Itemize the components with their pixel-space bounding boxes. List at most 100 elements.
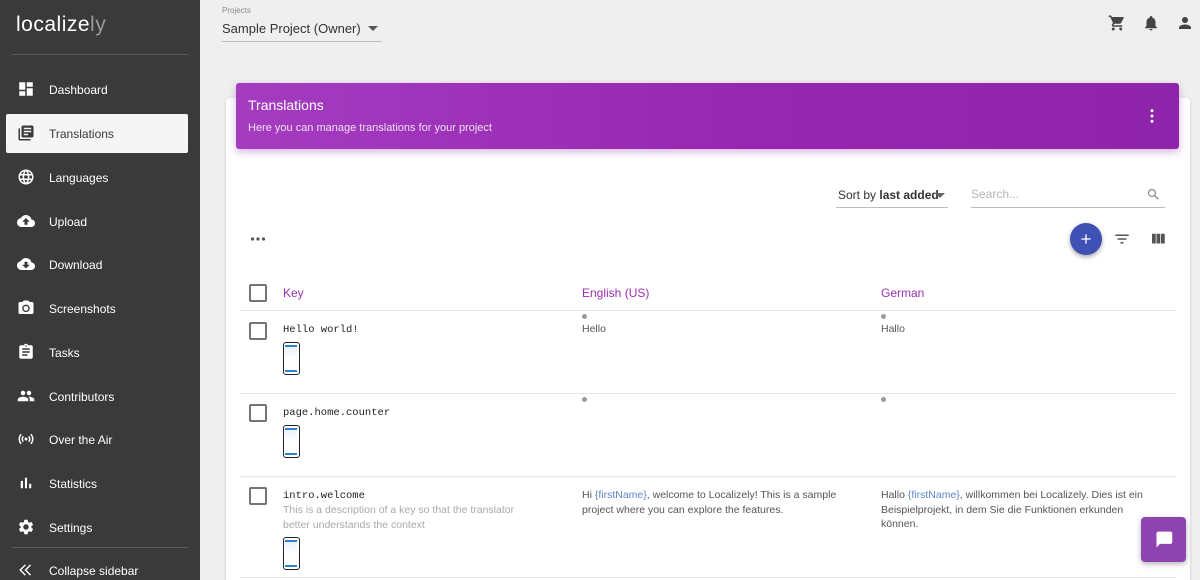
table-divider — [240, 393, 1176, 394]
bell-icon[interactable] — [1142, 14, 1160, 32]
logo-text-accent: ly — [90, 13, 107, 36]
sidebar: localizely Dashboard Translations Langua… — [0, 0, 200, 580]
sidebar-item-contributors[interactable]: Contributors — [6, 377, 188, 416]
status-dot — [881, 314, 886, 319]
sidebar-item-label: Statistics — [49, 476, 98, 491]
app-logo[interactable]: localizely — [16, 13, 106, 37]
dashboard-icon — [19, 82, 33, 96]
more-horiz-icon[interactable] — [250, 233, 266, 245]
status-dot — [582, 397, 587, 402]
project-select-value: Sample Project (Owner) — [222, 21, 361, 36]
screenshot-thumbnail[interactable] — [283, 342, 300, 375]
filter-icon[interactable] — [1113, 230, 1131, 248]
search-icon[interactable] — [1146, 187, 1161, 202]
translation-key[interactable]: page.home.counter — [283, 407, 390, 419]
table-divider — [240, 310, 1176, 311]
status-dot — [582, 314, 587, 319]
screenshot-thumbnail[interactable] — [283, 537, 300, 570]
translation-cell-english[interactable]: Hi {firstName}, welcome to Localizely! T… — [582, 488, 852, 517]
select-all-checkbox[interactable] — [249, 284, 267, 302]
page-subtitle: Here you can manage translations for you… — [248, 122, 492, 134]
view-columns-icon[interactable] — [1149, 230, 1167, 248]
sidebar-item-label: Download — [49, 257, 103, 272]
sort-prefix: Sort by — [838, 188, 880, 202]
translation-cell-german[interactable] — [881, 405, 1151, 465]
bar-chart-icon — [20, 477, 32, 489]
page-header-banner: Translations Here you can manage transla… — [236, 83, 1179, 149]
search-input[interactable] — [971, 187, 1136, 201]
cart-icon[interactable] — [1108, 14, 1126, 32]
collapse-sidebar-label: Collapse sidebar — [49, 563, 139, 578]
key-description: This is a description of a key so that t… — [283, 504, 515, 531]
chat-button[interactable] — [1141, 517, 1186, 562]
placeholder-token: {firstName} — [594, 489, 647, 501]
page-title: Translations — [248, 97, 324, 113]
sidebar-item-tasks[interactable]: Tasks — [6, 333, 188, 372]
column-header-english[interactable]: English (US) — [582, 286, 649, 300]
double-chevron-left-icon — [19, 564, 32, 576]
plus-icon — [1081, 234, 1091, 244]
sidebar-item-download[interactable]: Download — [6, 245, 188, 284]
search-field[interactable] — [971, 181, 1165, 208]
screenshot-thumbnail[interactable] — [283, 425, 300, 458]
translation-cell-german[interactable]: Hallo — [881, 322, 905, 337]
sidebar-item-label: Contributors — [49, 389, 115, 404]
sidebar-divider — [12, 54, 188, 55]
broadcast-icon — [18, 433, 34, 445]
sidebar-item-over-the-air[interactable]: Over the Air — [6, 420, 188, 459]
sidebar-item-label: Screenshots — [49, 301, 116, 316]
sidebar-item-translations[interactable]: Translations — [6, 114, 188, 153]
sidebar-item-label: Dashboard — [49, 82, 108, 97]
people-icon — [17, 390, 35, 402]
project-select[interactable]: Sample Project (Owner) — [222, 19, 382, 42]
sidebar-item-label: Upload — [49, 214, 88, 229]
row-checkbox[interactable] — [249, 404, 267, 422]
sidebar-item-label: Tasks — [49, 345, 80, 360]
sidebar-item-label: Settings — [49, 520, 93, 535]
translation-cell-german[interactable]: Hallo {firstName}, willkommen bei Locali… — [881, 488, 1143, 532]
collapse-sidebar-button[interactable]: Collapse sidebar — [6, 551, 188, 580]
cloud-download-icon — [17, 258, 35, 270]
sort-label: Sort by last added — [838, 188, 939, 202]
cloud-upload-icon — [17, 215, 35, 227]
column-header-german[interactable]: German — [881, 286, 924, 300]
row-checkbox[interactable] — [249, 487, 267, 505]
camera-icon — [18, 300, 34, 314]
clipboard-icon — [19, 343, 33, 359]
sidebar-divider — [12, 547, 188, 548]
sidebar-item-languages[interactable]: Languages — [6, 158, 188, 197]
sort-select[interactable]: Sort by last added — [836, 181, 948, 208]
more-vert-icon[interactable] — [1143, 107, 1161, 125]
sidebar-item-screenshots[interactable]: Screenshots — [6, 289, 188, 328]
sort-value: last added — [879, 188, 939, 202]
chevron-down-icon — [935, 193, 945, 198]
sidebar-item-label: Translations — [49, 126, 114, 141]
sidebar-item-statistics[interactable]: Statistics — [6, 464, 188, 503]
placeholder-token: {firstName} — [907, 489, 960, 501]
translation-cell-english[interactable]: Hello — [582, 322, 606, 337]
translation-key[interactable]: Hello world! — [283, 324, 359, 336]
translation-cell-english[interactable] — [582, 405, 852, 465]
text-segment: Hallo — [881, 489, 908, 501]
chevron-down-icon — [368, 26, 378, 31]
table-divider — [240, 577, 1176, 578]
sidebar-item-settings[interactable]: Settings — [6, 508, 188, 547]
column-header-key[interactable]: Key — [283, 286, 304, 300]
text-segment: Hi — [582, 489, 595, 501]
chat-bubble-icon — [1156, 531, 1173, 548]
translations-icon — [18, 125, 34, 141]
table-divider — [240, 476, 1176, 477]
sidebar-item-label: Languages — [49, 170, 109, 185]
account-icon[interactable] — [1176, 14, 1194, 32]
sidebar-item-label: Over the Air — [49, 432, 113, 447]
globe-icon — [18, 169, 34, 185]
logo-text-main: localize — [16, 13, 91, 36]
add-key-button[interactable] — [1070, 223, 1102, 255]
translation-key[interactable]: intro.welcome — [283, 490, 365, 502]
row-checkbox[interactable] — [249, 322, 267, 340]
status-dot — [881, 397, 886, 402]
projects-caption: Projects — [222, 6, 251, 15]
sidebar-item-dashboard[interactable]: Dashboard — [6, 70, 188, 109]
sidebar-item-upload[interactable]: Upload — [6, 202, 188, 241]
gear-icon — [18, 519, 34, 535]
